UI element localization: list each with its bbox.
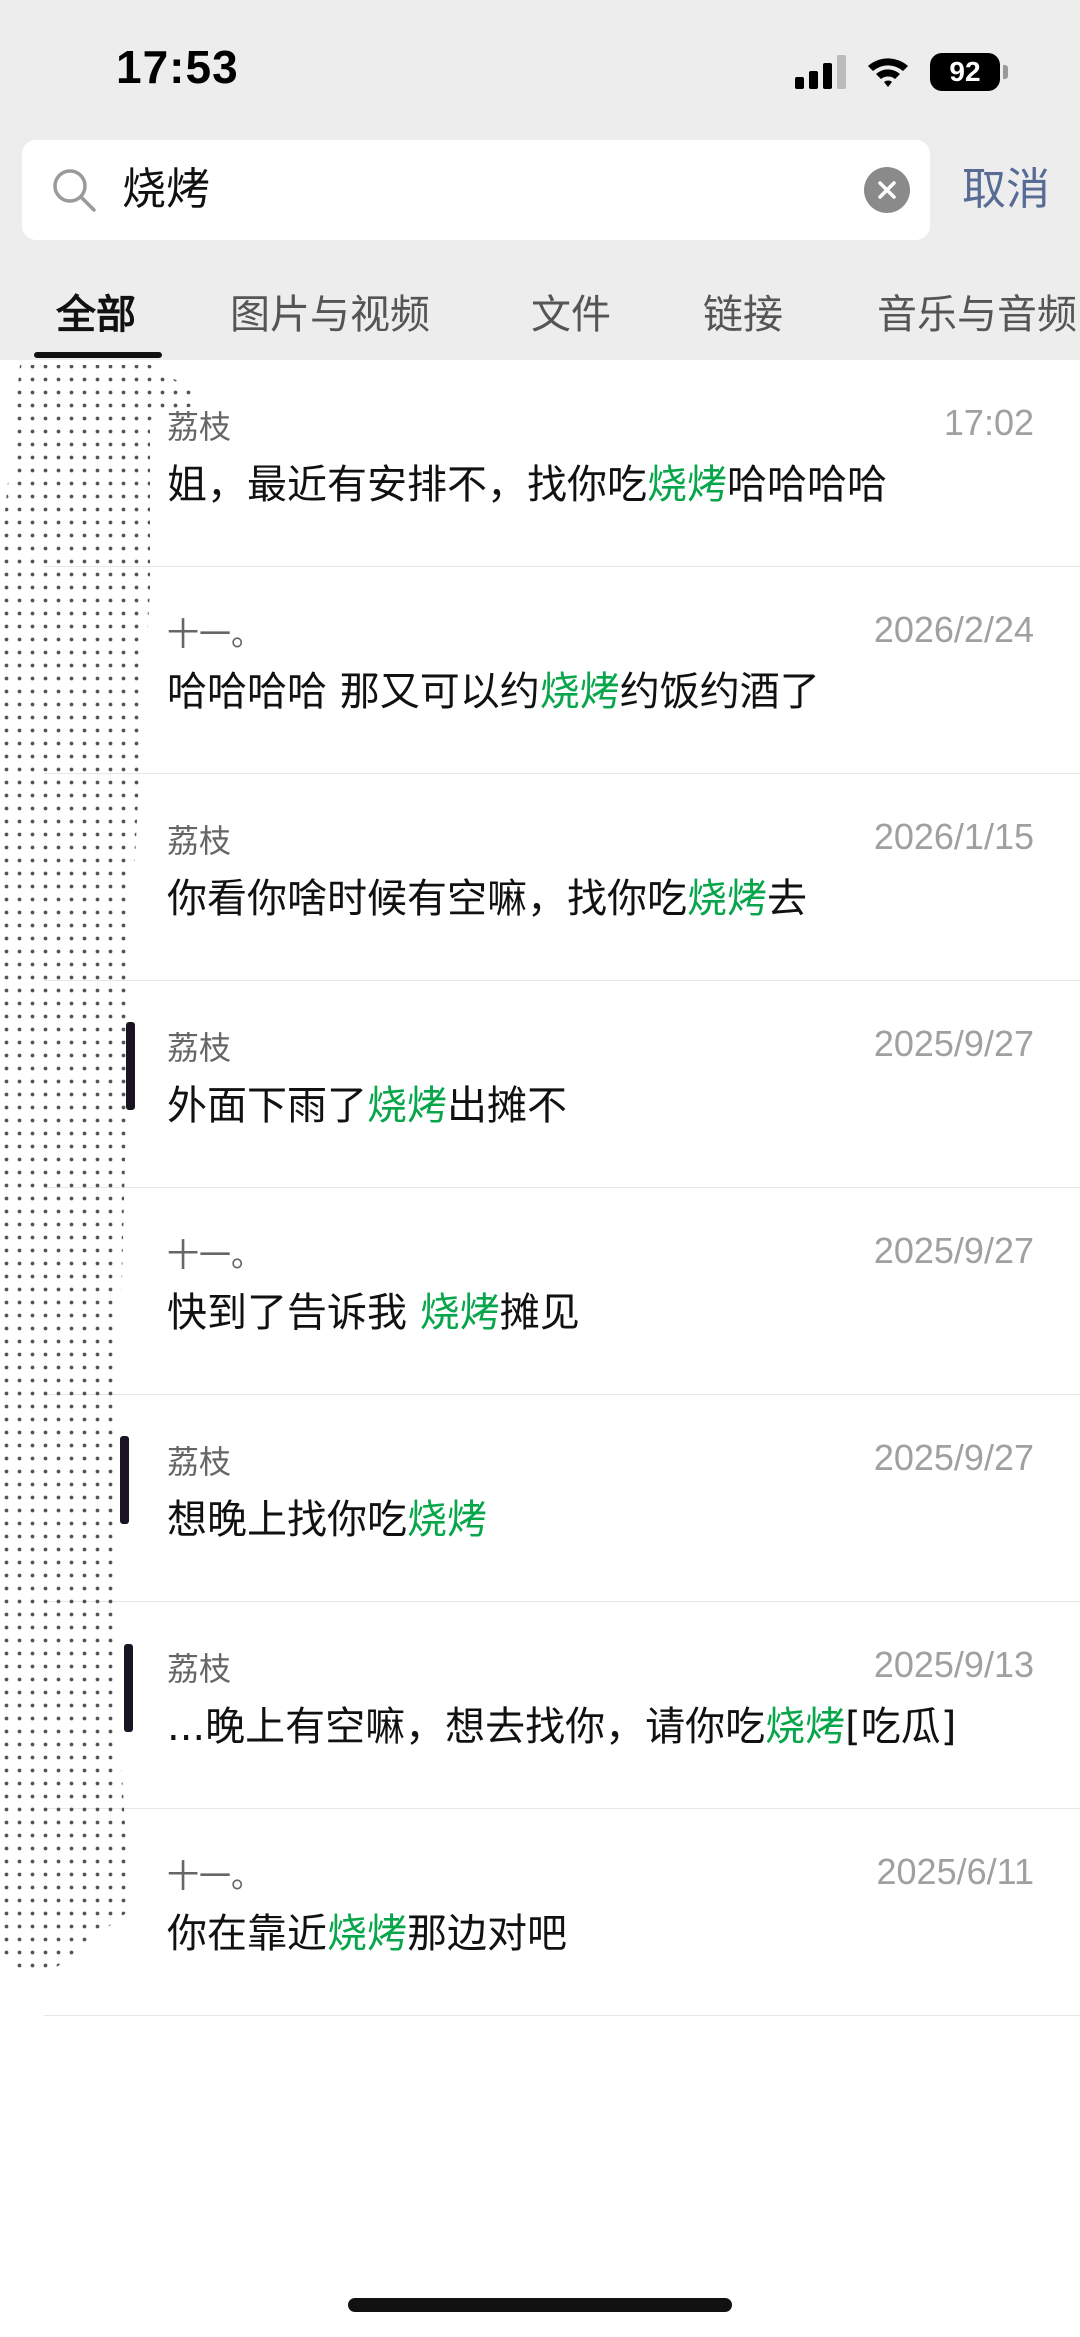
tab-files[interactable]: 文件 xyxy=(531,282,611,340)
result-message: 姐，最近有安排不，找你吃烧烤哈哈哈哈 xyxy=(167,452,887,510)
message-text: 去 xyxy=(767,876,807,922)
result-date: 2025/6/11 xyxy=(876,1851,1034,1892)
message-text: 你在靠近 xyxy=(167,1911,327,1957)
battery-level: 92 xyxy=(930,53,1000,91)
tab-all[interactable]: 全部 xyxy=(56,282,136,340)
signal-icon xyxy=(795,55,846,89)
result-sender: 十一。 xyxy=(167,615,264,653)
keyword-highlight: 烧烤 xyxy=(419,1290,500,1336)
result-row[interactable]: 十一。 2025/6/11 你在靠近烧烤那边对吧 xyxy=(0,1809,1080,2016)
keyword-highlight: 烧烤 xyxy=(367,1083,447,1129)
avatar xyxy=(126,1022,135,1110)
message-text: 姐，最近有安排不，找你吃 xyxy=(167,462,647,508)
clear-icon xyxy=(878,181,896,199)
message-text: [吃瓜] xyxy=(845,1704,957,1750)
message-text: 约饭约酒了 xyxy=(619,669,820,715)
tab-images-videos[interactable]: 图片与视频 xyxy=(230,282,430,340)
result-message: 哈哈哈哈 那又可以约烧烤约饭约酒了 xyxy=(167,659,820,717)
result-date: 2025/9/27 xyxy=(873,1230,1034,1271)
result-row[interactable]: 荔枝 2026/1/15 你看你啥时候有空嘛，找你吃烧烤去 xyxy=(0,774,1080,981)
search-icon xyxy=(53,169,96,212)
divider xyxy=(44,2015,1080,2016)
message-text: 外面下雨了 xyxy=(167,1083,367,1129)
tab-music-audio[interactable]: 音乐与音频 xyxy=(877,282,1077,340)
result-row[interactable]: 荔枝 2025/9/13 ...晚上有空嘛，想去找你，请你吃烧烤[吃瓜] xyxy=(0,1602,1080,1809)
status-icons: 92 xyxy=(795,50,1008,94)
keyword-highlight: 烧烤 xyxy=(327,1911,407,1957)
result-message: ...晚上有空嘛，想去找你，请你吃烧烤[吃瓜] xyxy=(167,1694,956,1752)
message-text: 想晚上找你吃 xyxy=(167,1497,407,1543)
battery-icon: 92 xyxy=(930,53,1008,91)
search-results-list: 荔枝 17:02 姐，最近有安排不，找你吃烧烤哈哈哈哈 十一。 2026/2/2… xyxy=(0,360,1080,2016)
result-date: 2026/2/24 xyxy=(873,609,1034,650)
avatar xyxy=(120,1436,129,1524)
keyword-highlight: 烧烤 xyxy=(765,1704,846,1750)
search-bar[interactable] xyxy=(22,140,930,240)
message-text: 那边对吧 xyxy=(407,1911,567,1957)
result-sender: 荔枝 xyxy=(167,1029,232,1067)
result-sender: 十一。 xyxy=(167,1857,264,1895)
message-text: 出摊不 xyxy=(447,1083,567,1129)
clear-search-button[interactable] xyxy=(864,167,910,213)
result-date: 17:02 xyxy=(943,402,1034,443)
result-sender: 十一。 xyxy=(167,1236,264,1274)
message-text: 你看你啥时候有空嘛，找你吃 xyxy=(167,876,687,922)
result-date: 2025/9/27 xyxy=(873,1023,1034,1064)
keyword-highlight: 烧烤 xyxy=(407,1497,487,1543)
message-text: 哈哈哈哈 那又可以约 xyxy=(167,669,540,715)
result-date: 2026/1/15 xyxy=(873,816,1034,857)
filter-tabs: 全部 图片与视频 文件 链接 音乐与音频 xyxy=(0,272,1080,360)
wifi-icon xyxy=(868,58,908,87)
tab-links[interactable]: 链接 xyxy=(703,282,783,340)
result-message: 外面下雨了烧烤出摊不 xyxy=(167,1073,567,1131)
cancel-button[interactable]: 取消 xyxy=(962,158,1050,222)
result-row[interactable]: 荔枝 2025/9/27 想晚上找你吃烧烤 xyxy=(0,1395,1080,1602)
result-message: 你在靠近烧烤那边对吧 xyxy=(167,1901,567,1959)
result-message: 想晚上找你吃烧烤 xyxy=(167,1487,487,1545)
result-row[interactable]: 十一。 2025/9/27 快到了告诉我 烧烤摊见 xyxy=(0,1188,1080,1395)
keyword-highlight: 烧烤 xyxy=(687,876,767,922)
result-date: 2025/9/27 xyxy=(873,1437,1034,1478)
keyword-highlight: 烧烤 xyxy=(539,669,620,715)
result-message: 你看你啥时候有空嘛，找你吃烧烤去 xyxy=(167,866,807,924)
home-indicator xyxy=(348,2298,732,2312)
message-text: ...晚上有空嘛，想去找你，请你吃 xyxy=(167,1704,766,1750)
active-tab-indicator xyxy=(34,352,162,358)
result-date: 2025/9/13 xyxy=(873,1644,1034,1685)
message-text: 快到了告诉我 xyxy=(167,1290,420,1336)
status-time: 17:53 xyxy=(116,41,239,93)
avatar xyxy=(124,1644,133,1732)
message-text: 哈哈哈哈 xyxy=(727,462,887,508)
result-sender: 荔枝 xyxy=(167,822,232,860)
result-sender: 荔枝 xyxy=(167,1443,232,1481)
result-row[interactable]: 十一。 2026/2/24 哈哈哈哈 那又可以约烧烤约饭约酒了 xyxy=(0,567,1080,774)
result-row[interactable]: 荔枝 2025/9/27 外面下雨了烧烤出摊不 xyxy=(0,981,1080,1188)
message-text: 摊见 xyxy=(499,1290,580,1336)
result-sender: 荔枝 xyxy=(167,1650,232,1688)
search-input[interactable] xyxy=(122,140,772,240)
keyword-highlight: 烧烤 xyxy=(647,462,727,508)
result-message: 快到了告诉我 烧烤摊见 xyxy=(167,1280,580,1338)
